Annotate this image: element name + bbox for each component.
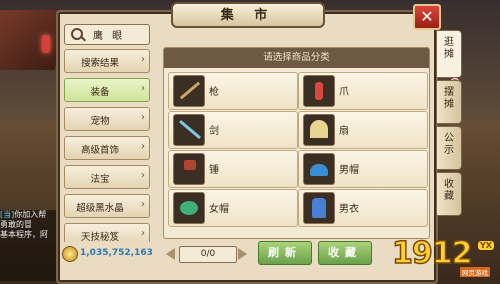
claw-icon bbox=[315, 82, 323, 100]
category-label: 宠物 bbox=[90, 116, 110, 127]
tab-label: 公示 bbox=[444, 133, 454, 156]
tab-label: 逛摊 bbox=[444, 37, 454, 60]
page-indicator: 0/0 bbox=[179, 246, 237, 263]
watermark-badge: YX bbox=[478, 241, 494, 250]
search-icon bbox=[71, 28, 83, 40]
gold-coin-icon bbox=[62, 246, 78, 262]
item-category-sword[interactable]: 剑 bbox=[168, 111, 298, 149]
chat-line: 基本程序，阿 bbox=[0, 230, 48, 239]
refresh-button[interactable]: 刷新 bbox=[258, 241, 312, 265]
item-label: 男衣 bbox=[339, 204, 359, 215]
item-label: 扇 bbox=[339, 126, 349, 137]
window-title-plate: 集 市 bbox=[171, 2, 325, 28]
tab-set-up-stall[interactable]: 摆摊 bbox=[436, 80, 462, 124]
item-label: 枪 bbox=[209, 87, 219, 98]
tab-favorites[interactable]: 收藏 bbox=[436, 172, 462, 216]
male-robe-icon bbox=[312, 198, 326, 218]
hammer-icon bbox=[184, 160, 196, 170]
page-stepper: 0/0 bbox=[166, 246, 248, 263]
chevron-right-icon: › bbox=[141, 141, 145, 152]
next-page-icon[interactable] bbox=[238, 248, 247, 260]
item-category-claw[interactable]: 爪 bbox=[298, 72, 428, 110]
item-category-grid: 请选择商品分类 枪 爪 剑 扇 锤 男帽 女帽 男衣 bbox=[163, 47, 430, 239]
category-advanced-jewelry[interactable]: 高级首饰 › bbox=[64, 136, 150, 160]
female-hat-icon bbox=[180, 201, 198, 215]
category-skill-manuals[interactable]: 天技秘笈 › bbox=[64, 223, 150, 242]
item-category-hammer[interactable]: 锤 bbox=[168, 150, 298, 188]
category-treasures[interactable]: 法宝 › bbox=[64, 165, 150, 189]
grid-heading: 请选择商品分类 bbox=[164, 48, 429, 68]
window-title: 集 市 bbox=[220, 8, 276, 23]
close-button[interactable]: ✕ bbox=[413, 4, 441, 30]
gold-balance: 1,035,752,163 bbox=[62, 245, 153, 263]
chat-line: 你加入帮 bbox=[14, 210, 47, 219]
watermark-site: 网页游戏 bbox=[460, 267, 490, 277]
chevron-right-icon: › bbox=[141, 83, 145, 94]
watermark-number: 1912 bbox=[391, 235, 473, 272]
fan-icon bbox=[310, 120, 328, 138]
category-label: 高级首饰 bbox=[80, 145, 119, 156]
category-super-black-crystal[interactable]: 超级黑水晶 › bbox=[64, 194, 150, 218]
gold-amount: 1,035,752,163 bbox=[80, 248, 153, 258]
chevron-right-icon: › bbox=[141, 54, 145, 65]
tab-browse-stalls[interactable]: 逛摊 bbox=[436, 30, 462, 78]
category-sidebar: 鹰 眼 搜索结果 › 装备 › 宠物 › 高级首饰 › 法宝 › 超级黑水晶 › 天技秘笈 › bbox=[60, 22, 152, 242]
spear-icon bbox=[179, 81, 201, 100]
category-label: 法宝 bbox=[90, 174, 110, 185]
tab-label: 收藏 bbox=[444, 179, 454, 202]
item-category-male-robe[interactable]: 男衣 bbox=[298, 189, 428, 227]
chevron-right-icon: › bbox=[141, 199, 145, 210]
chevron-right-icon: › bbox=[141, 170, 145, 181]
item-label: 女帽 bbox=[209, 204, 229, 215]
category-label: 超级黑水晶 bbox=[76, 203, 124, 214]
item-label: 男帽 bbox=[339, 165, 359, 176]
chevron-right-icon: › bbox=[141, 228, 145, 239]
sword-icon bbox=[179, 119, 201, 140]
category-label: 天技秘笈 bbox=[80, 232, 119, 242]
close-icon: ✕ bbox=[420, 7, 434, 26]
category-pets[interactable]: 宠物 › bbox=[64, 107, 150, 131]
item-category-spear[interactable]: 枪 bbox=[168, 72, 298, 110]
chat-tag: [当] bbox=[0, 210, 15, 219]
item-label: 剑 bbox=[209, 126, 219, 137]
item-category-male-hat[interactable]: 男帽 bbox=[298, 150, 428, 188]
category-search-results[interactable]: 搜索结果 › bbox=[64, 49, 150, 73]
category-label: 搜索结果 bbox=[80, 58, 119, 69]
category-equipment[interactable]: 装备 › bbox=[64, 78, 150, 102]
favorite-button[interactable]: 收藏 bbox=[318, 241, 372, 265]
chat-log: [当]你加入帮 勇敢的冒 基本程序，阿 bbox=[0, 210, 60, 281]
chat-line: 勇敢的冒 bbox=[0, 220, 32, 229]
prev-page-icon[interactable] bbox=[166, 248, 175, 260]
item-category-fan[interactable]: 扇 bbox=[298, 111, 428, 149]
tab-label: 摆摊 bbox=[444, 87, 454, 110]
search-label: 鹰 眼 bbox=[93, 31, 126, 42]
chevron-right-icon: › bbox=[141, 112, 145, 123]
category-label: 装备 bbox=[90, 87, 110, 98]
lantern-icon bbox=[42, 35, 50, 53]
male-hat-icon bbox=[310, 164, 328, 176]
tab-announcements[interactable]: 公示 bbox=[436, 126, 462, 170]
item-label: 爪 bbox=[339, 87, 349, 98]
item-category-female-hat[interactable]: 女帽 bbox=[168, 189, 298, 227]
site-watermark: 1912 YX 网页游戏 bbox=[391, 235, 500, 281]
item-label: 锤 bbox=[209, 165, 219, 176]
eagle-eye-search-button[interactable]: 鹰 眼 bbox=[64, 24, 150, 45]
